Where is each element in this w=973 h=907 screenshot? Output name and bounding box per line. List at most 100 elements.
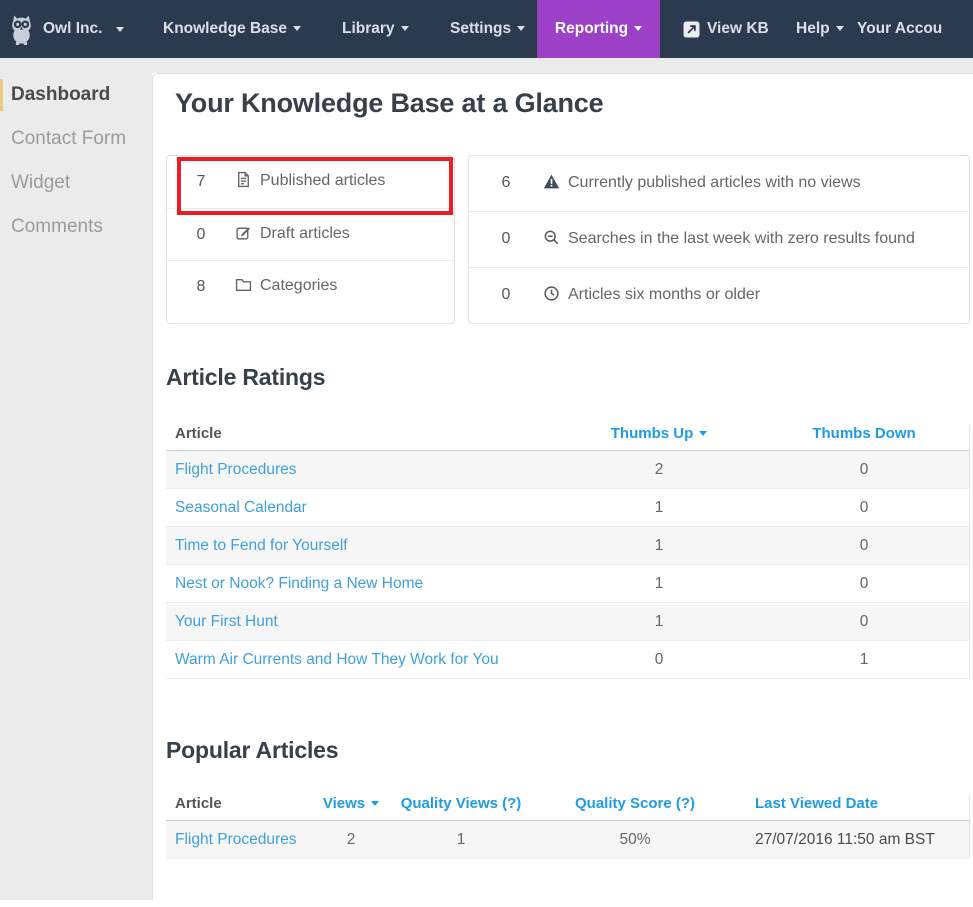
sidebar-item-label: Comments: [11, 216, 103, 237]
nav-settings-label: Settings: [450, 20, 511, 37]
nav-reporting-active[interactable]: Reporting: [537, 0, 660, 58]
app-window: Owl Inc. Knowledge Base Library Settings…: [0, 0, 973, 907]
dashboard-content-card: Your Knowledge Base at a Glance 7 Publis…: [152, 73, 973, 900]
thumbs-down-value: 0: [759, 461, 969, 479]
thumbs-down-value: 0: [759, 613, 969, 631]
column-header-thumbs-down[interactable]: Thumbs Down: [759, 425, 969, 442]
warning-icon: [543, 173, 560, 197]
article-link[interactable]: Your First Hunt: [175, 613, 278, 630]
quality-views-value: 1: [382, 831, 540, 849]
chevron-down-icon: [401, 26, 409, 31]
sort-link-label[interactable]: Views: [323, 795, 365, 812]
nav-knowledge-base-label: Knowledge Base: [163, 20, 287, 37]
stat-row-no-views[interactable]: 6 Currently published articles with no v…: [469, 156, 969, 211]
brand-label: Owl Inc.: [43, 0, 102, 58]
stat-label: Categories: [235, 274, 353, 300]
content-stats-table: 7 Published articles 0 Draft articles 8: [166, 155, 455, 324]
reporting-sidebar: Dashboard Contact Form Widget Comments: [0, 58, 152, 900]
sort-caret-icon: [371, 801, 379, 806]
section-title-popular: Popular Articles: [166, 736, 970, 765]
article-icon: [235, 171, 252, 195]
stat-row-categories[interactable]: 8 Categories: [167, 260, 454, 312]
column-header-quality-views[interactable]: Quality Views (?): [382, 795, 540, 812]
column-header-views[interactable]: Views: [320, 795, 382, 812]
stat-label: Published articles: [235, 169, 401, 195]
nav-library[interactable]: Library: [342, 0, 409, 58]
nav-reporting-label: Reporting: [555, 20, 628, 37]
clock-icon: [543, 285, 560, 309]
article-link[interactable]: Flight Procedures: [175, 831, 296, 848]
stat-label-text: Searches in the last week with zero resu…: [568, 230, 915, 247]
article-link[interactable]: Seasonal Calendar: [175, 499, 307, 516]
column-header-article: Article: [166, 795, 320, 812]
thumbs-down-value: 0: [759, 537, 969, 555]
article-link[interactable]: Time to Fend for Yourself: [175, 537, 348, 554]
table-row: Your First Hunt 1 0: [166, 603, 970, 641]
thumbs-up-value: 1: [559, 499, 759, 517]
article-link[interactable]: Warm Air Currents and How They Work for …: [175, 651, 499, 668]
stat-row-old-articles[interactable]: 0 Articles six months or older: [469, 267, 969, 323]
sidebar-item-comments[interactable]: Comments: [0, 205, 152, 249]
chevron-down-icon: [293, 26, 301, 31]
nav-help[interactable]: Help: [796, 0, 844, 58]
chevron-down-icon: [634, 26, 642, 31]
stat-label-text: Published articles: [260, 172, 385, 189]
stat-row-zero-results[interactable]: 0 Searches in the last week with zero re…: [469, 211, 969, 267]
sort-link-label[interactable]: Quality Views (?): [401, 795, 522, 812]
table-row: Time to Fend for Yourself 1 0: [166, 527, 970, 565]
sidebar-item-label: Contact Form: [11, 128, 126, 149]
nav-view-kb[interactable]: View KB: [683, 0, 769, 58]
external-link-icon: [683, 21, 700, 38]
thumbs-up-value: 2: [559, 461, 759, 479]
quality-score-value: 50%: [540, 831, 730, 849]
chevron-down-icon: [836, 26, 844, 31]
column-header-thumbs-up[interactable]: Thumbs Up: [559, 425, 759, 442]
stat-value: 6: [469, 171, 543, 194]
nav-library-label: Library: [342, 20, 395, 37]
stat-value: 7: [167, 173, 235, 191]
sort-link-label[interactable]: Thumbs Up: [611, 425, 694, 442]
thumbs-up-value: 1: [559, 613, 759, 631]
thumbs-down-value: 0: [759, 499, 969, 517]
popular-table-header: Article Views Quality Views (?) Quality …: [166, 795, 970, 821]
sidebar-item-dashboard[interactable]: Dashboard: [0, 73, 152, 117]
nav-knowledge-base[interactable]: Knowledge Base: [163, 0, 301, 58]
sort-link-label[interactable]: Thumbs Down: [812, 425, 915, 442]
column-header-article: Article: [166, 425, 559, 442]
section-title-ratings: Article Ratings: [166, 363, 970, 392]
article-link[interactable]: Nest or Nook? Finding a New Home: [175, 575, 423, 592]
popular-articles-section: Popular Articles Article Views Quality V…: [166, 736, 970, 859]
health-stats-table: 6 Currently published articles with no v…: [468, 155, 970, 324]
stat-label: Searches in the last week with zero resu…: [543, 227, 931, 253]
search-minus-icon: [543, 229, 560, 253]
nav-help-label: Help: [796, 20, 830, 37]
stat-label-text: Categories: [260, 277, 337, 294]
table-row: Warm Air Currents and How They Work for …: [166, 641, 970, 679]
stat-row-draft-articles[interactable]: 0 Draft articles: [167, 208, 454, 260]
stat-label-text: Articles six months or older: [568, 286, 760, 303]
sort-link-label[interactable]: Last Viewed Date: [755, 795, 878, 812]
ratings-table-header: Article Thumbs Up Thumbs Down: [166, 425, 970, 451]
brand-menu[interactable]: Owl Inc.: [8, 0, 124, 58]
stat-row-published-articles[interactable]: 7 Published articles: [167, 156, 454, 208]
stat-value: 0: [167, 226, 235, 244]
sidebar-item-contact-form[interactable]: Contact Form: [0, 117, 152, 161]
chevron-down-icon: [116, 27, 124, 32]
thumbs-down-value: 1: [759, 651, 969, 669]
stat-value: 0: [469, 227, 543, 250]
nav-your-account[interactable]: Your Accou: [857, 0, 942, 58]
views-value: 2: [320, 831, 382, 849]
popular-table: Article Views Quality Views (?) Quality …: [166, 795, 970, 859]
nav-settings[interactable]: Settings: [450, 0, 525, 58]
article-link[interactable]: Flight Procedures: [175, 461, 296, 478]
table-row: Flight Procedures 2 1 50% 27/07/2016 11:…: [166, 821, 970, 859]
column-header-last-viewed[interactable]: Last Viewed Date: [730, 795, 969, 812]
sidebar-item-widget[interactable]: Widget: [0, 161, 152, 205]
sidebar-item-label: Widget: [11, 172, 70, 193]
thumbs-down-value: 0: [759, 575, 969, 593]
ratings-table: Article Thumbs Up Thumbs Down Flight Pro…: [166, 425, 970, 679]
column-header-quality-score[interactable]: Quality Score (?): [540, 795, 730, 812]
active-indicator: [0, 79, 3, 111]
sort-link-label[interactable]: Quality Score (?): [575, 795, 695, 812]
thumbs-up-value: 0: [559, 651, 759, 669]
